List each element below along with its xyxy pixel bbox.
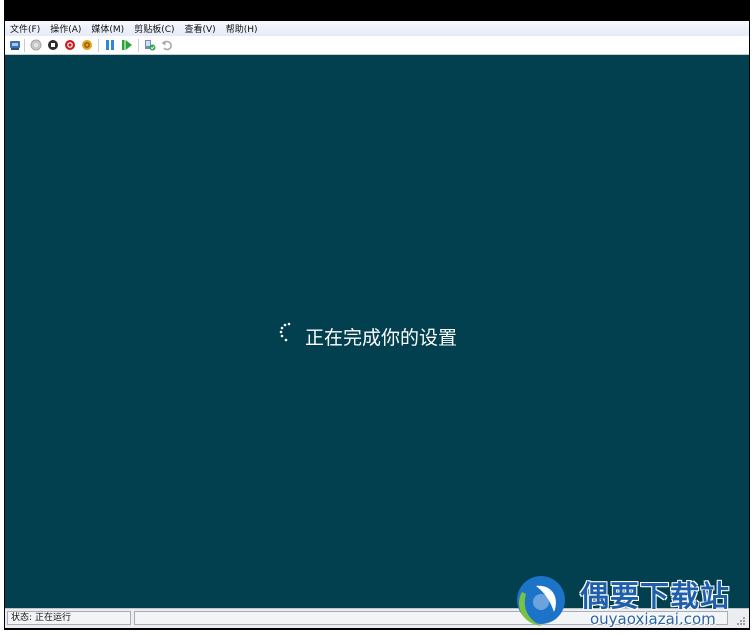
- watermark-url: ouyaoxiazai.com: [590, 610, 716, 628]
- loading-spinner-icon: [279, 322, 291, 342]
- watermark-brand: 偶要下载站: [580, 579, 731, 613]
- start-icon[interactable]: [30, 39, 42, 51]
- status-value: 正在运行: [35, 613, 72, 623]
- menu-clipboard[interactable]: 剪贴板(C): [134, 22, 174, 35]
- status-label: 状态:: [11, 613, 33, 623]
- brand-logo-icon: [517, 576, 565, 626]
- save-state-icon[interactable]: [81, 39, 93, 51]
- menu-media[interactable]: 媒体(M): [91, 22, 124, 35]
- toolbar-separator: [138, 39, 139, 52]
- menu-action[interactable]: 操作(A): [50, 22, 81, 35]
- snapshot-icon[interactable]: [144, 39, 156, 51]
- pause-icon[interactable]: [104, 39, 116, 51]
- toolbar-separator: [24, 39, 25, 52]
- menu-bar: 文件(F) 操作(A) 媒体(M) 剪贴板(C) 查看(V) 帮助(H): [5, 21, 749, 36]
- setup-status-message: 正在完成你的设置: [305, 327, 458, 349]
- status-cell: 状态: 正在运行: [7, 611, 131, 625]
- toolbar-separator: [98, 39, 99, 52]
- vm-screen[interactable]: 正在完成你的设置: [5, 55, 749, 608]
- menu-help[interactable]: 帮助(H): [226, 22, 258, 35]
- title-bar: [4, 0, 750, 21]
- toolbar: [5, 36, 749, 55]
- menu-file[interactable]: 文件(F): [10, 22, 40, 35]
- menu-view[interactable]: 查看(V): [185, 22, 216, 35]
- ctrl-alt-del-icon[interactable]: [9, 39, 21, 51]
- vm-connection-window: 文件(F) 操作(A) 媒体(M) 剪贴板(C) 查看(V) 帮助(H) 正在完…: [4, 0, 750, 630]
- reset-icon[interactable]: [121, 39, 133, 51]
- revert-icon[interactable]: [161, 39, 173, 51]
- turn-off-icon[interactable]: [47, 39, 59, 51]
- shutdown-icon[interactable]: [64, 39, 76, 51]
- watermark: 偶要下载站 ouyaoxiazai.com: [508, 570, 748, 632]
